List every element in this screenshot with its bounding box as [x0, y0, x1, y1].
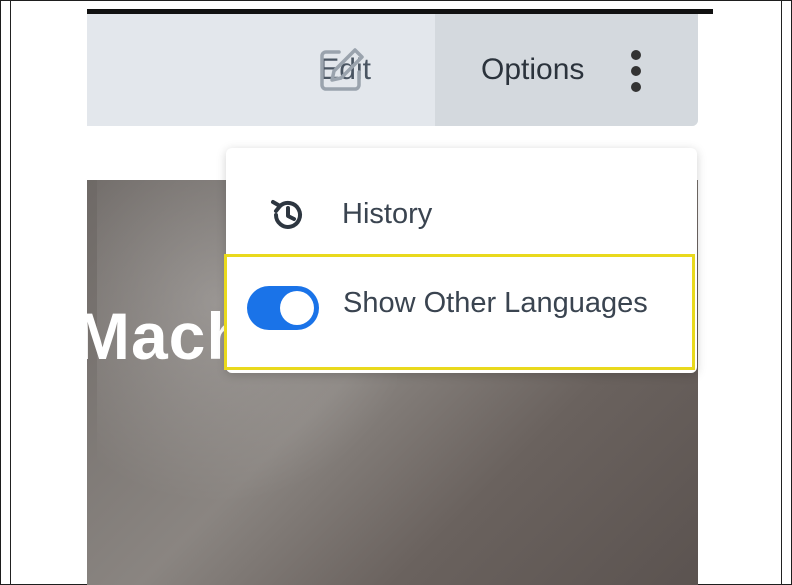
kebab-vertical-icon[interactable]: [631, 50, 643, 92]
right-edge-line: [781, 0, 782, 585]
history-clock-icon: [271, 200, 302, 229]
menu-item-history[interactable]: History: [226, 178, 697, 252]
toolbar: Edit Options: [87, 14, 698, 126]
edit-button[interactable]: Edit: [87, 14, 435, 126]
edit-icon[interactable]: [317, 44, 367, 94]
highlight-box: [224, 254, 695, 370]
options-button[interactable]: Options: [435, 14, 698, 126]
options-label: Options: [481, 53, 585, 86]
history-label: History: [342, 198, 433, 230]
left-edge-line: [10, 0, 11, 585]
